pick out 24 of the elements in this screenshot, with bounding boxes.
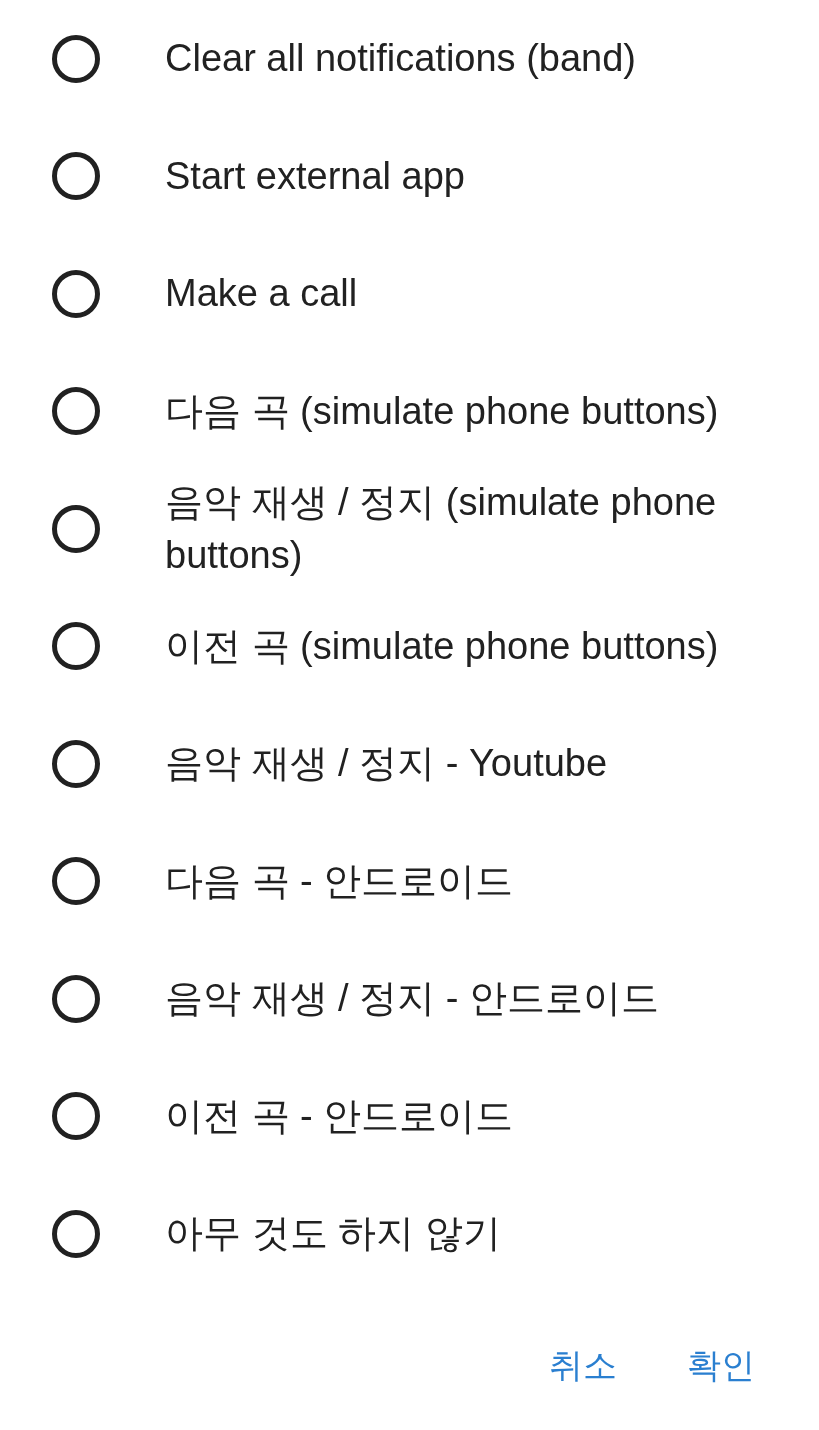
radio-button[interactable] (52, 739, 100, 788)
radio-button[interactable] (52, 269, 100, 318)
option-label[interactable]: 다음 곡 (simulate phone buttons) (165, 384, 725, 438)
option-label[interactable]: 음악 재생 / 정지 - Youtube (165, 737, 725, 791)
option-label[interactable]: Start external app (165, 149, 725, 203)
option-label[interactable]: Make a call (165, 267, 725, 321)
radio-button[interactable] (52, 622, 100, 671)
option-label[interactable]: Clear all notifications (band) (165, 32, 725, 86)
option-label[interactable]: 음악 재생 / 정지 (simulate phone buttons) (165, 475, 725, 582)
option-label[interactable]: 이전 곡 (simulate phone buttons) (165, 619, 725, 673)
radio-button[interactable] (52, 387, 100, 436)
radio-button[interactable] (52, 1209, 100, 1258)
radio-button[interactable] (52, 504, 100, 553)
radio-button[interactable] (52, 34, 100, 83)
option-label[interactable]: 다음 곡 - 안드로이드 (165, 854, 725, 908)
option-label[interactable]: 이전 곡 - 안드로이드 (165, 1089, 725, 1143)
dialog-button[interactable]: 확인 (667, 1334, 775, 1397)
option-label[interactable]: 음악 재생 / 정지 - 안드로이드 (165, 972, 725, 1026)
radio-button[interactable] (52, 974, 100, 1023)
dialog-button[interactable]: 취소 (529, 1334, 637, 1397)
option-label[interactable]: 아무 것도 하지 않기 (165, 1207, 725, 1261)
radio-button[interactable] (52, 152, 100, 201)
radio-button[interactable] (52, 857, 100, 906)
radio-button[interactable] (52, 1092, 100, 1141)
